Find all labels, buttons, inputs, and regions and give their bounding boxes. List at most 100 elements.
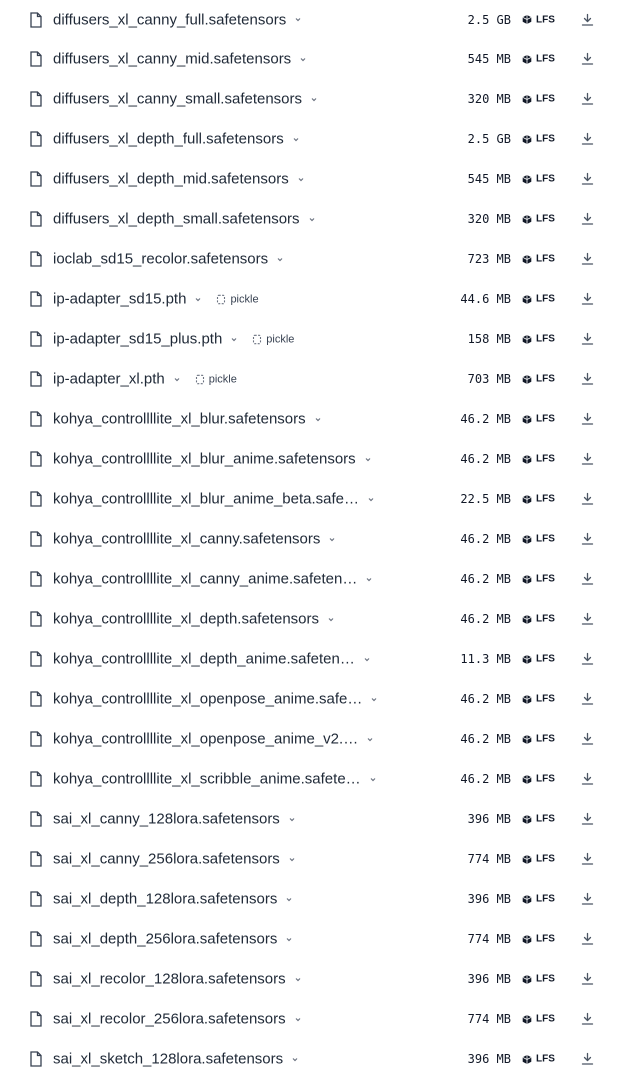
file-row[interactable]: sai_xl_sketch_128lora.safetensors 396 MB… (0, 1039, 623, 1079)
download-icon[interactable] (581, 92, 594, 106)
file-name-link[interactable]: kohya_controllllite_xl_depth_anime.safet… (53, 651, 355, 668)
download-icon[interactable] (581, 52, 594, 66)
file-row[interactable]: kohya_controllllite_xl_depth.safetensors… (0, 599, 623, 639)
file-name-link[interactable]: diffusers_xl_depth_mid.safetensors (53, 171, 289, 188)
file-row[interactable]: kohya_controllllite_xl_blur_anime.safete… (0, 439, 623, 479)
download-icon[interactable] (581, 492, 594, 506)
chevron-down-icon[interactable] (173, 375, 181, 383)
download-icon[interactable] (581, 452, 594, 466)
chevron-down-icon[interactable] (285, 895, 293, 903)
file-name-link[interactable]: kohya_controllllite_xl_scribble_anime.sa… (53, 771, 361, 788)
file-row[interactable]: sai_xl_canny_128lora.safetensors 396 MB … (0, 799, 623, 839)
chevron-down-icon[interactable] (328, 535, 336, 543)
download-icon[interactable] (581, 292, 594, 306)
file-row[interactable]: diffusers_xl_depth_full.safetensors 2.5 … (0, 119, 623, 159)
chevron-down-icon[interactable] (366, 735, 374, 743)
file-name-link[interactable]: kohya_controllllite_xl_blur_anime_beta.s… (53, 491, 359, 508)
chevron-down-icon[interactable] (365, 575, 373, 583)
download-icon[interactable] (581, 412, 594, 426)
file-row[interactable]: kohya_controllllite_xl_canny_anime.safet… (0, 559, 623, 599)
file-name-link[interactable]: kohya_controllllite_xl_depth.safetensors (53, 611, 319, 628)
chevron-down-icon[interactable] (288, 855, 296, 863)
download-icon[interactable] (581, 812, 594, 826)
file-name-link[interactable]: sai_xl_canny_256lora.safetensors (53, 851, 280, 868)
file-name-link[interactable]: kohya_controllllite_xl_canny_anime.safet… (53, 571, 357, 588)
download-icon[interactable] (581, 332, 594, 346)
file-name-link[interactable]: kohya_controllllite_xl_blur_anime.safete… (53, 451, 356, 468)
chevron-down-icon[interactable] (288, 815, 296, 823)
download-icon[interactable] (581, 732, 594, 746)
pickle-badge[interactable]: pickle (252, 333, 294, 345)
download-icon[interactable] (581, 692, 594, 706)
download-icon[interactable] (581, 252, 594, 266)
chevron-down-icon[interactable] (297, 175, 305, 183)
file-row[interactable]: diffusers_xl_canny_small.safetensors 320… (0, 79, 623, 119)
file-name-link[interactable]: sai_xl_sketch_128lora.safetensors (53, 1051, 283, 1068)
download-icon[interactable] (581, 892, 594, 906)
chevron-down-icon[interactable] (285, 935, 293, 943)
chevron-down-icon[interactable] (294, 16, 302, 24)
file-row[interactable]: diffusers_xl_depth_small.safetensors 320… (0, 199, 623, 239)
download-icon[interactable] (581, 132, 594, 146)
file-row[interactable]: sai_xl_canny_256lora.safetensors 774 MB … (0, 839, 623, 879)
chevron-down-icon[interactable] (369, 775, 377, 783)
download-icon[interactable] (581, 612, 594, 626)
pickle-badge[interactable]: pickle (195, 373, 237, 385)
file-row[interactable]: sai_xl_depth_128lora.safetensors 396 MB … (0, 879, 623, 919)
file-row[interactable]: kohya_controllllite_xl_canny.safetensors… (0, 519, 623, 559)
download-icon[interactable] (581, 932, 594, 946)
download-icon[interactable] (581, 652, 594, 666)
file-name-link[interactable]: diffusers_xl_canny_mid.safetensors (53, 51, 291, 68)
chevron-down-icon[interactable] (367, 495, 375, 503)
file-row[interactable]: ioclab_sd15_recolor.safetensors 723 MB L… (0, 239, 623, 279)
file-row[interactable]: kohya_controllllite_xl_openpose_anime_v2… (0, 719, 623, 759)
file-name-link[interactable]: sai_xl_depth_256lora.safetensors (53, 931, 277, 948)
file-row[interactable]: ip-adapter_xl.pth pickle 703 MB LFS (0, 359, 623, 399)
file-name-link[interactable]: diffusers_xl_canny_small.safetensors (53, 91, 302, 108)
file-row[interactable]: sai_xl_recolor_256lora.safetensors 774 M… (0, 999, 623, 1039)
download-icon[interactable] (581, 372, 594, 386)
download-icon[interactable] (581, 772, 594, 786)
download-icon[interactable] (581, 1052, 594, 1066)
chevron-down-icon[interactable] (291, 1055, 299, 1063)
file-row[interactable]: kohya_controllllite_xl_blur_anime_beta.s… (0, 479, 623, 519)
chevron-down-icon[interactable] (314, 415, 322, 423)
file-row[interactable]: kohya_controllllite_xl_blur.safetensors … (0, 399, 623, 439)
file-name-link[interactable]: kohya_controllllite_xl_canny.safetensors (53, 531, 320, 548)
file-row[interactable]: kohya_controllllite_xl_openpose_anime.sa… (0, 679, 623, 719)
chevron-down-icon[interactable] (327, 615, 335, 623)
chevron-down-icon[interactable] (294, 1015, 302, 1023)
pickle-badge[interactable]: pickle (216, 293, 259, 305)
chevron-down-icon[interactable] (310, 95, 318, 103)
download-icon[interactable] (581, 172, 594, 186)
file-row[interactable]: diffusers_xl_canny_mid.safetensors 545 M… (0, 39, 623, 79)
download-icon[interactable] (581, 972, 594, 986)
chevron-down-icon[interactable] (194, 295, 202, 303)
file-name-link[interactable]: ip-adapter_sd15.pth (53, 291, 186, 308)
file-name-link[interactable]: ioclab_sd15_recolor.safetensors (53, 251, 268, 268)
file-name-link[interactable]: sai_xl_depth_128lora.safetensors (53, 891, 277, 908)
chevron-down-icon[interactable] (363, 655, 371, 663)
download-icon[interactable] (581, 212, 594, 226)
chevron-down-icon[interactable] (308, 215, 316, 223)
file-name-link[interactable]: diffusers_xl_canny_full.safetensors (53, 11, 286, 28)
file-row[interactable]: diffusers_xl_canny_full.safetensors 2.5 … (0, 0, 623, 39)
file-name-link[interactable]: sai_xl_canny_128lora.safetensors (53, 811, 280, 828)
file-name-link[interactable]: diffusers_xl_depth_full.safetensors (53, 131, 284, 148)
download-icon[interactable] (581, 1012, 594, 1026)
file-row[interactable]: ip-adapter_sd15_plus.pth pickle 158 MB L… (0, 319, 623, 359)
chevron-down-icon[interactable] (299, 55, 307, 63)
file-name-link[interactable]: diffusers_xl_depth_small.safetensors (53, 211, 300, 228)
download-icon[interactable] (581, 13, 594, 26)
file-name-link[interactable]: kohya_controllllite_xl_blur.safetensors (53, 411, 306, 428)
file-name-link[interactable]: ip-adapter_sd15_plus.pth (53, 331, 222, 348)
file-row[interactable]: sai_xl_depth_256lora.safetensors 774 MB … (0, 919, 623, 959)
chevron-down-icon[interactable] (364, 455, 372, 463)
chevron-down-icon[interactable] (292, 135, 300, 143)
file-row[interactable]: kohya_controllllite_xl_scribble_anime.sa… (0, 759, 623, 799)
file-row[interactable]: kohya_controllllite_xl_depth_anime.safet… (0, 639, 623, 679)
file-row[interactable]: ip-adapter_sd15.pth pickle 44.6 MB LFS (0, 279, 623, 319)
download-icon[interactable] (581, 572, 594, 586)
file-name-link[interactable]: kohya_controllllite_xl_openpose_anime.sa… (53, 691, 362, 708)
file-name-link[interactable]: sai_xl_recolor_128lora.safetensors (53, 971, 286, 988)
